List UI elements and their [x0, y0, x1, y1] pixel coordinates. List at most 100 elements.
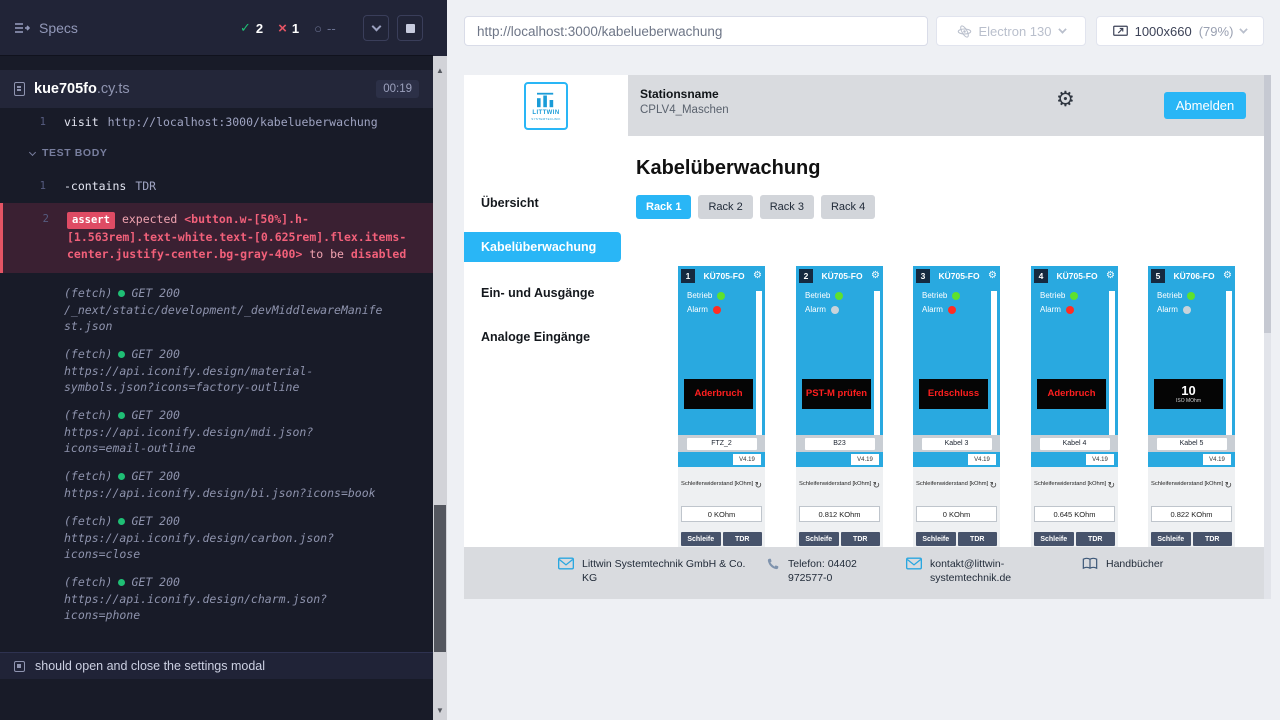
refresh-icon[interactable]: ↻: [1107, 481, 1115, 490]
measurement-panel: Schleifenwiderstand [kOhm]↻ 0.812 KOhm S…: [796, 467, 883, 547]
firmware-version: V4.19: [1086, 454, 1114, 465]
betrieb-label: Betrieb: [805, 291, 830, 300]
tdr-button[interactable]: TDR: [841, 532, 881, 546]
fetch-log[interactable]: (fetch)GET 200 https://api.iconify.desig…: [0, 346, 433, 395]
card-number: 5: [1151, 269, 1165, 283]
fetch-log[interactable]: (fetch)GET 200 https://api.iconify.desig…: [0, 407, 433, 456]
card-settings-icon[interactable]: ⚙: [753, 271, 762, 281]
scroll-down-icon[interactable]: ▼: [433, 702, 447, 718]
command-contains[interactable]: 1 -containsTDR: [0, 172, 433, 195]
specs-menu[interactable]: Specs: [14, 20, 78, 36]
spec-header[interactable]: kue705fo.cy.ts 00:19: [0, 70, 433, 108]
tab-rack-4[interactable]: Rack 4: [821, 195, 875, 219]
command-visit[interactable]: 1 visithttp://localhost:3000/kabelueberw…: [0, 108, 433, 131]
fetch-url: https://api.iconify.design/mdi.json?icon…: [64, 424, 384, 456]
cable-name-field[interactable]: Kabel 4: [1040, 438, 1110, 450]
refresh-icon[interactable]: ↻: [1224, 481, 1232, 490]
tdr-button[interactable]: TDR: [958, 532, 998, 546]
url-input[interactable]: [464, 16, 928, 46]
refresh-icon[interactable]: ↻: [754, 481, 762, 490]
footer-company-text: Littwin Systemtechnik GmbH & Co. KG: [582, 557, 754, 585]
cable-name-field[interactable]: Kabel 3: [922, 438, 992, 450]
schleife-button[interactable]: Schleife: [1034, 532, 1074, 546]
next-test-row[interactable]: should open and close the settings modal: [0, 652, 433, 679]
card-header: 2 KÜ705-FO ⚙: [796, 266, 883, 286]
card-settings-icon[interactable]: ⚙: [988, 271, 997, 281]
card-number: 2: [799, 269, 813, 283]
schleife-button[interactable]: Schleife: [916, 532, 956, 546]
book-icon: [1082, 557, 1098, 570]
status-dot-icon: [118, 518, 125, 525]
tab-rack-2[interactable]: Rack 2: [698, 195, 752, 219]
scroll-up-icon[interactable]: ▲: [433, 62, 447, 78]
resistance-label: Schleifenwiderstand [kOhm]: [1151, 481, 1223, 487]
footer-manuals-link[interactable]: Handbücher: [1082, 557, 1163, 571]
schleife-button[interactable]: Schleife: [799, 532, 839, 546]
cable-name-field[interactable]: Kabel 5: [1157, 438, 1227, 450]
resistance-value: 0 KOhm: [681, 506, 762, 522]
browser-select[interactable]: Electron 130: [936, 16, 1086, 46]
failed-assert[interactable]: 2 assertexpected <button.w-[50%].h-[1.56…: [0, 203, 433, 273]
assert-mid: to be: [302, 247, 350, 261]
cable-name-field[interactable]: FTZ_2: [687, 438, 757, 450]
status-text: Erdschluss: [928, 389, 979, 399]
schleife-button[interactable]: Schleife: [681, 532, 721, 546]
fetch-entry: (fetch)GET 200 /_next/static/development…: [64, 285, 433, 334]
footer-company[interactable]: Littwin Systemtechnik GmbH & Co. KG: [558, 557, 754, 585]
command-name: -contains: [64, 179, 126, 193]
viewport-zoom: (79%): [1199, 24, 1234, 39]
scrollbar-track[interactable]: ▲ ▼: [433, 56, 447, 720]
alarm-led: [831, 306, 839, 314]
betrieb-label: Betrieb: [1040, 291, 1065, 300]
alarm-row: Alarm: [913, 305, 1000, 314]
card-header: 3 KÜ705-FO ⚙: [913, 266, 1000, 286]
test-body-section[interactable]: TEST BODY: [30, 145, 433, 162]
fetch-log[interactable]: (fetch)GET 200 /_next/static/development…: [0, 285, 433, 334]
fetch-log[interactable]: (fetch)GET 200 https://api.iconify.desig…: [0, 513, 433, 562]
refresh-icon[interactable]: ↻: [872, 481, 880, 490]
x-icon: ×: [278, 20, 287, 37]
resistance-label: Schleifenwiderstand [kOhm]: [916, 481, 988, 487]
sidebar-item-uebersicht[interactable]: Übersicht: [464, 190, 628, 216]
fetch-log[interactable]: (fetch)GET 200 https://api.iconify.desig…: [0, 468, 433, 501]
refresh-icon[interactable]: ↻: [989, 481, 997, 490]
scrollbar-thumb[interactable]: [1264, 75, 1271, 333]
app-header: LITTWIN SYSTEMTECHNIK Stationsname CPLV4…: [464, 75, 1264, 136]
status-dot-icon: [118, 412, 125, 419]
cable-name-field[interactable]: B23: [805, 438, 875, 450]
card-model: KÜ705-FO: [698, 271, 750, 281]
scrollbar-thumb[interactable]: [434, 505, 446, 652]
footer-phone-text: Telefon: 04402 972577-0: [788, 557, 876, 585]
schleife-button[interactable]: Schleife: [1151, 532, 1191, 546]
version-row: V4.19: [796, 452, 883, 467]
alarm-label: Alarm: [805, 305, 826, 314]
card-settings-icon[interactable]: ⚙: [1106, 271, 1115, 281]
stop-button[interactable]: [397, 15, 423, 41]
status-dot-icon: [118, 290, 125, 297]
status-dot-icon: [118, 351, 125, 358]
card-number: 4: [1034, 269, 1048, 283]
alarm-label: Alarm: [1157, 305, 1178, 314]
tdr-button[interactable]: TDR: [1076, 532, 1116, 546]
specs-label: Specs: [39, 20, 78, 36]
card-body: Betrieb Alarm 10 ISO MOhm: [1148, 291, 1235, 435]
footer-phone[interactable]: Telefon: 04402 972577-0: [766, 557, 876, 585]
app-scrollbar[interactable]: [1264, 75, 1271, 599]
settings-gear-icon[interactable]: ⚙: [1056, 89, 1075, 110]
circle-icon: ○: [314, 21, 322, 36]
viewport-select[interactable]: 1000x660 (79%): [1096, 16, 1264, 46]
sidebar-item-kabelueberwachung[interactable]: Kabelüberwachung: [464, 232, 621, 262]
betrieb-led: [717, 292, 725, 300]
card-settings-icon[interactable]: ⚙: [1223, 271, 1232, 281]
spec-file-icon: [14, 82, 25, 96]
logout-button[interactable]: Abmelden: [1164, 92, 1246, 119]
tdr-button[interactable]: TDR: [1193, 532, 1233, 546]
card-settings-icon[interactable]: ⚙: [871, 271, 880, 281]
tdr-button[interactable]: TDR: [723, 532, 763, 546]
fetch-log[interactable]: (fetch)GET 200 https://api.iconify.desig…: [0, 574, 433, 623]
fetch-method: GET 200: [131, 574, 179, 591]
tab-rack-1[interactable]: Rack 1: [636, 195, 691, 219]
collapse-button[interactable]: [363, 15, 389, 41]
footer-email[interactable]: kontakt@littwin-systemtechnik.de: [906, 557, 1026, 585]
tab-rack-3[interactable]: Rack 3: [760, 195, 814, 219]
